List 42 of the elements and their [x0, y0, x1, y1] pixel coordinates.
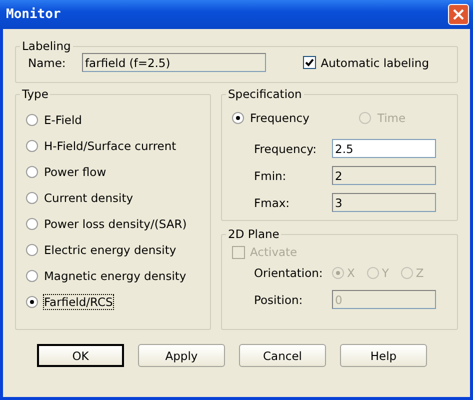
- radio-label: Magnetic energy density: [44, 269, 186, 283]
- dialog-button[interactable]: Help: [340, 344, 427, 367]
- dialog-button[interactable]: Cancel: [239, 344, 326, 367]
- radio-label: E-Field: [44, 113, 82, 127]
- group-title: Labeling: [21, 39, 72, 53]
- close-icon: [452, 8, 465, 21]
- radio-label: Y: [382, 266, 389, 280]
- radio-label: Current density: [44, 191, 134, 205]
- radio-button[interactable]: [26, 270, 38, 282]
- field-label: Fmax:: [253, 196, 291, 210]
- radio-button[interactable]: [232, 112, 244, 124]
- radio-label: H-Field/Surface current: [44, 139, 176, 153]
- field-label: Position:: [253, 292, 304, 306]
- radio-label: X: [347, 266, 355, 280]
- field-label: Name:: [28, 56, 67, 70]
- radio-button[interactable]: [26, 114, 38, 126]
- radio-label: Power flow: [44, 165, 106, 179]
- radio-button[interactable]: [26, 140, 38, 152]
- radio-label: Z: [416, 266, 424, 280]
- radio-label: Frequency: [250, 111, 310, 125]
- radio-label: Power loss density/(SAR): [44, 217, 187, 231]
- checkbox[interactable]: [302, 56, 316, 69]
- checkbox-label: Activate: [250, 245, 298, 259]
- input-field[interactable]: 2.5: [332, 139, 436, 158]
- radio-label: Time: [377, 111, 406, 125]
- dialog-button[interactable]: Apply: [138, 344, 225, 367]
- radio-button[interactable]: [26, 192, 38, 204]
- field-label: Orientation:: [253, 266, 324, 280]
- group-title: Specification: [227, 87, 303, 101]
- field-label: Frequency:: [253, 142, 318, 156]
- group-title: Type: [21, 87, 50, 101]
- radio-button[interactable]: [26, 244, 38, 256]
- window-title: Monitor: [6, 7, 61, 22]
- radio-button[interactable]: [26, 296, 38, 308]
- radio-button[interactable]: [26, 218, 38, 230]
- dialog-button[interactable]: OK: [37, 344, 124, 367]
- close-button[interactable]: [448, 4, 469, 25]
- group-title: 2D Plane: [227, 227, 280, 241]
- radio-label: Electric energy density: [44, 243, 176, 257]
- field-label: Fmin:: [253, 168, 288, 182]
- radio-label: Farfield/RCS: [44, 295, 113, 309]
- radio-button[interactable]: [26, 166, 38, 178]
